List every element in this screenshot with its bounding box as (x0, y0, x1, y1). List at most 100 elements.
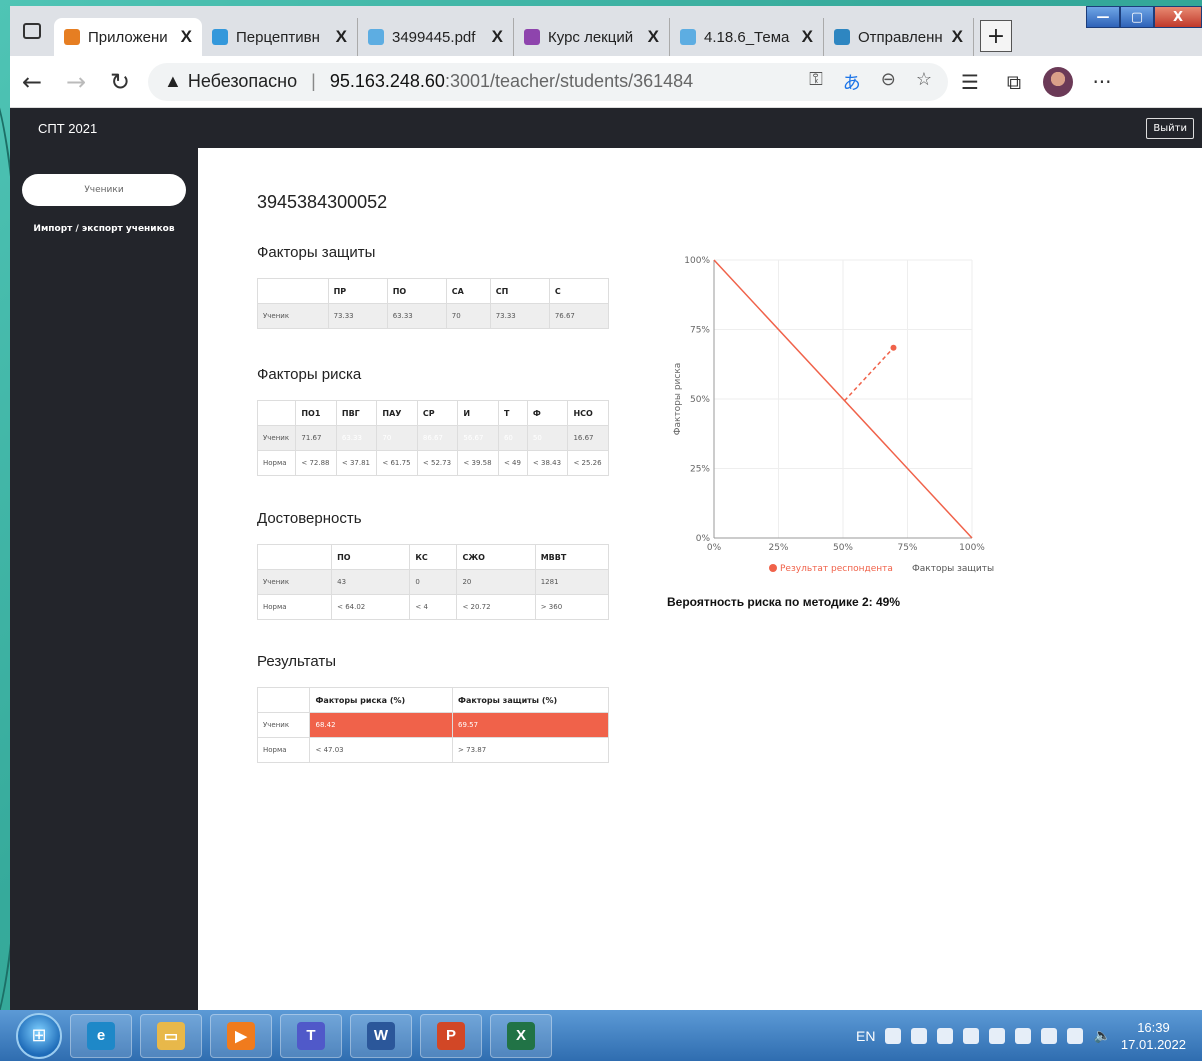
tray-app-icon[interactable] (911, 1027, 928, 1044)
taskbar-app-media[interactable]: ▶ (210, 1013, 272, 1058)
edge-icon: e (87, 1021, 115, 1050)
table-header-row: ПО1 ПВГ ПАУ СР И Т Ф НСО (256, 400, 609, 426)
y-tick-label: 75% (690, 326, 710, 336)
display-icon[interactable] (1067, 1027, 1084, 1044)
favorite-add-icon[interactable]: ☆ (916, 69, 932, 95)
taskbar-app-edge[interactable]: e (70, 1013, 132, 1058)
tab-close-icon[interactable]: X (181, 27, 192, 47)
app-header: СПТ 2021 Выйти (10, 108, 1202, 148)
taskbar-app-teams[interactable]: T (280, 1013, 342, 1058)
tab-actions-icon[interactable] (10, 6, 54, 56)
table-cell: 20 (456, 569, 536, 595)
tab-close-icon[interactable]: X (952, 27, 963, 47)
close-window-button[interactable]: X (1154, 6, 1202, 28)
url-path: :3001/teacher/students/361484 (444, 71, 694, 91)
clock-date: 17.01.2022 (1120, 1036, 1186, 1052)
start-button[interactable]: ⊞ (16, 1012, 62, 1059)
column-header: И (457, 400, 499, 426)
tab-favicon-icon (368, 29, 384, 45)
tab-list: Приложени X Перцептивн X 3499445.pdf X Курс ле… (54, 18, 974, 56)
address-bar[interactable]: ▲ Небезопасно | 95.163.248.60 :3001/teac… (148, 62, 948, 101)
table-cell: < 4 (409, 594, 458, 620)
language-indicator[interactable]: EN (856, 1028, 875, 1044)
refresh-icon[interactable]: ↻ (98, 62, 142, 102)
column-header: СА (445, 278, 491, 304)
excel-icon: X (507, 1021, 535, 1050)
tray-app-icon[interactable] (963, 1027, 980, 1044)
zoom-out-icon[interactable]: ⊖ (881, 69, 896, 95)
projection-line (843, 347, 895, 402)
table-cell: 63.33 (335, 425, 378, 451)
column-header: ПАУ (376, 400, 418, 426)
translate-icon[interactable]: あ (843, 69, 861, 95)
table-row: Ученик 71.67 63.33 70 86.67 56.67 60 50 16.67 (256, 425, 609, 451)
legend-label[interactable]: Результат респондента (780, 564, 893, 574)
table-cell: 70 (376, 425, 418, 451)
explorer-icon: ▭ (157, 1021, 185, 1050)
tab-close-icon[interactable]: X (492, 27, 503, 47)
browser-tab[interactable]: Приложени X (54, 18, 202, 56)
app-brand[interactable]: СПТ 2021 (38, 121, 97, 136)
table-cell: < 52.73 (416, 450, 459, 476)
url-separator: | (311, 71, 316, 91)
edge-tray-icon[interactable] (989, 1027, 1006, 1044)
respondent-point[interactable] (890, 344, 897, 351)
column-header: ПО (386, 278, 447, 304)
legend-marker[interactable] (769, 564, 777, 572)
navigation-bar: ← → ↻ ▲ Небезопасно | 95.163.248.60 :300… (10, 56, 1202, 108)
warning-icon[interactable]: ▲ (164, 71, 182, 92)
tab-close-icon[interactable]: X (648, 27, 659, 47)
row-label: Норма (256, 450, 297, 476)
taskbar-app-explorer[interactable]: ▭ (140, 1013, 202, 1058)
column-header: ПВГ (335, 400, 378, 426)
taskbar-app-powerpoint[interactable]: P (420, 1013, 482, 1058)
column-header: ПР (327, 278, 388, 304)
sidebar-item-import-export[interactable]: Импорт / экспорт учеников (10, 224, 198, 234)
favorites-icon[interactable]: ☰ (948, 70, 992, 94)
column-header: СЖО (456, 544, 536, 570)
x-tick-label: 50% (833, 543, 853, 553)
table-cell: 73.33 (327, 303, 388, 329)
flag-icon[interactable] (937, 1027, 954, 1044)
tab-close-icon[interactable]: X (802, 27, 813, 47)
results-table: Факторы риска (%) Факторы защиты (%) Учен… (256, 687, 609, 763)
column-header: СП (489, 278, 550, 304)
network-icon[interactable] (1041, 1027, 1058, 1044)
browser-tab[interactable]: Перцептивн X (202, 18, 358, 56)
taskbar-app-word[interactable]: W (350, 1013, 412, 1058)
forward-arrow-icon[interactable]: → (54, 62, 98, 102)
back-arrow-icon[interactable]: ← (10, 62, 54, 102)
table-cell: > 73.87 (452, 737, 609, 763)
table-cell: 43 (331, 569, 411, 595)
tray-app-icon[interactable] (1015, 1027, 1032, 1044)
row-label: Ученик (256, 425, 297, 451)
table-cell: 63.33 (386, 303, 447, 329)
volume-icon[interactable]: 🔈 (1093, 1027, 1110, 1044)
profile-button[interactable] (1036, 66, 1080, 97)
results-title: Результаты (257, 653, 336, 670)
logout-button[interactable]: Выйти (1146, 117, 1194, 139)
collections-icon[interactable]: ⧉ (992, 70, 1036, 94)
sidebar-item-students[interactable]: Ученики (22, 174, 186, 206)
browser-tab[interactable]: 3499445.pdf X (358, 18, 514, 56)
tray-app-icon[interactable] (885, 1027, 902, 1044)
more-menu-icon[interactable]: ··· (1080, 70, 1124, 94)
taskbar-apps: e ▭ ▶ T W P X (62, 1013, 552, 1058)
clock[interactable]: 16:39 17.01.2022 (1121, 1019, 1186, 1053)
tab-label: Отправленн (858, 28, 943, 46)
maximize-button[interactable]: ▢ (1120, 6, 1154, 28)
taskbar-app-excel[interactable]: X (490, 1013, 552, 1058)
key-icon[interactable]: ⚿ (809, 69, 823, 95)
y-tick-label: 100% (684, 256, 710, 266)
table-cell: < 61.75 (376, 450, 418, 476)
column-header: Ф (526, 400, 569, 426)
table-cell: < 25.26 (567, 450, 609, 476)
security-label[interactable]: Небезопасно (188, 71, 297, 92)
new-tab-button[interactable]: + (980, 20, 1012, 52)
browser-tab[interactable]: Отправленн X (824, 18, 974, 56)
tab-close-icon[interactable]: X (336, 27, 347, 47)
avatar[interactable] (1043, 66, 1073, 97)
minimize-button[interactable]: — (1086, 6, 1120, 28)
browser-tab[interactable]: Курс лекций X (514, 18, 670, 56)
browser-tab[interactable]: 4.18.6_Тема X (670, 18, 824, 56)
